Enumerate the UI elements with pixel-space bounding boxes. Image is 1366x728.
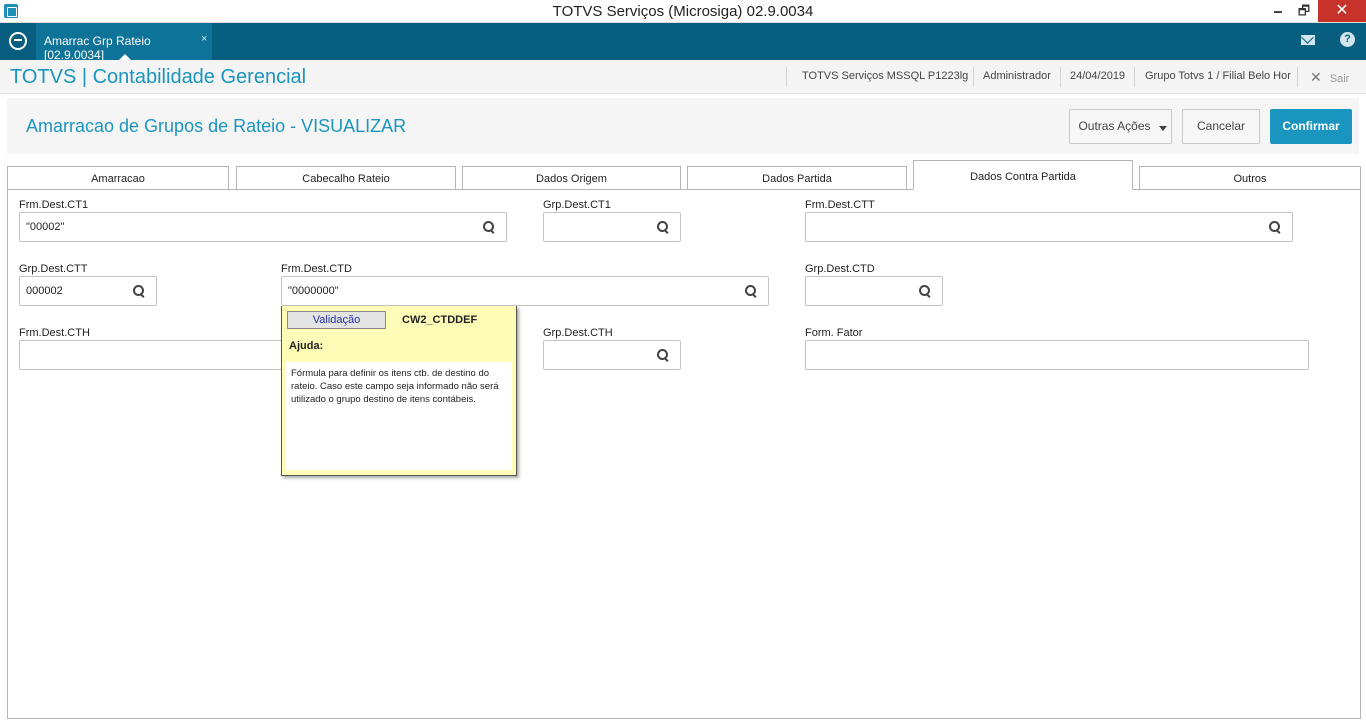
form-fator-label: Form. Fator [805,327,863,339]
frm-dest-ctd-field[interactable]: "0000000" [281,276,769,306]
search-icon[interactable] [657,349,668,360]
search-icon[interactable] [919,285,930,296]
grp-dest-ctd-field[interactable] [805,276,943,306]
other-actions-label: Outras Ações [1078,119,1151,133]
frm-dest-ctd-value: "0000000" [288,285,339,297]
search-icon[interactable] [483,221,494,232]
page-header: Amarracao de Grupos de Rateio - VISUALIZ… [7,98,1359,154]
grp-dest-ctd-label: Grp.Dest.CTD [805,263,875,275]
search-icon[interactable] [657,221,668,232]
confirm-button[interactable]: Confirmar [1270,109,1352,144]
frm-dest-cth-label: Frm.Dest.CTH [19,327,90,339]
exit-icon: ✕ [1310,69,1322,85]
validation-button[interactable]: Validação [287,311,386,329]
help-title: Ajuda: [289,340,324,352]
module-header: TOTVS | Contabilidade Gerencial TOTVS Se… [0,60,1366,94]
other-actions-button[interactable]: Outras Ações [1069,109,1172,144]
totvs-logo-icon[interactable] [9,32,27,50]
grp-dest-ctt-field[interactable]: 000002 [19,276,157,306]
maximize-button[interactable]: 🗗 [1290,0,1318,22]
tab-outros[interactable]: Outros [1139,166,1361,189]
field-code: CW2_CTDDEF [402,314,478,326]
exit-button[interactable]: ✕ Sair [1310,69,1349,86]
grp-dest-ct1-field[interactable] [543,212,681,242]
app-tab-amarrac-grp-rateio[interactable]: Amarrac Grp Rateio [02.9.0034] × [36,23,212,62]
user-label: Administrador [983,70,1051,82]
tab-dados-contra-partida[interactable]: Dados Contra Partida [913,160,1133,190]
environment-label: TOTVS Serviços MSSQL P1223lg [802,70,969,82]
close-window-button[interactable]: ✕ [1318,0,1366,22]
tab-dados-partida[interactable]: Dados Partida [687,166,907,189]
grp-dest-cth-label: Grp.Dest.CTH [543,327,613,339]
mail-icon[interactable] [1301,35,1315,45]
frm-dest-ctt-field[interactable] [805,212,1293,242]
grp-dest-ctt-label: Grp.Dest.CTT [19,263,88,275]
app-tabstrip: Amarrac Grp Rateio [02.9.0034] × ? [0,23,1366,62]
module-title: TOTVS | Contabilidade Gerencial [10,66,307,88]
header-divider [1060,67,1061,87]
window-titlebar: TOTVS Serviços (Microsiga) 02.9.0034 🗕 🗗… [0,0,1366,23]
branch-label: Grupo Totvs 1 / Filial Belo Hor [1145,70,1291,82]
tab-dados-origem[interactable]: Dados Origem [462,166,681,189]
help-text: Fórmula para definir os itens ctb. de de… [286,362,512,470]
help-icon[interactable]: ? [1340,32,1355,47]
form-panel [7,189,1361,719]
close-tab-icon[interactable]: × [201,33,207,45]
frm-dest-ct1-label: Frm.Dest.CT1 [19,199,89,211]
header-divider [973,67,974,87]
cancel-button[interactable]: Cancelar [1182,109,1260,144]
minimize-button[interactable]: 🗕 [1264,0,1292,22]
header-divider [1297,67,1298,87]
exit-label: Sair [1329,73,1350,85]
window-title: TOTVS Serviços (Microsiga) 02.9.0034 [552,3,814,20]
date-label: 24/04/2019 [1070,70,1126,82]
tab-cabecalho-rateio[interactable]: Cabecalho Rateio [236,166,456,189]
page-title: Amarracao de Grupos de Rateio - VISUALIZ… [26,116,407,136]
tab-amarracao[interactable]: Amarracao [7,166,229,189]
chevron-down-icon [1159,126,1167,131]
grp-dest-ct1-label: Grp.Dest.CT1 [543,199,611,211]
search-icon[interactable] [745,285,756,296]
grp-dest-cth-field[interactable] [543,340,681,370]
app-tab-label: Amarrac Grp Rateio [02.9.0034] [44,34,151,62]
frm-dest-ctt-label: Frm.Dest.CTT [805,199,875,211]
header-divider [1134,67,1135,87]
header-divider [786,67,787,87]
frm-dest-ct1-field[interactable]: "00002" [19,212,507,242]
field-help-tooltip: Validação CW2_CTDDEF Ajuda: Fórmula para… [281,306,517,476]
frm-dest-ctd-label: Frm.Dest.CTD [281,263,352,275]
frm-dest-ct1-value: "00002" [26,221,65,233]
search-icon[interactable] [1269,221,1280,232]
grp-dest-ctt-value: 000002 [26,285,63,297]
search-icon[interactable] [133,285,144,296]
form-fator-field[interactable] [805,340,1309,370]
